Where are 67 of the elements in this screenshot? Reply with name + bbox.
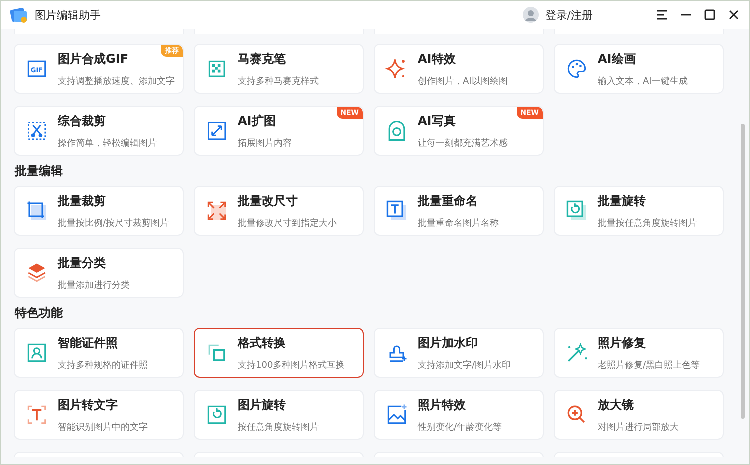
tool-description: 性别变化/年龄变化等 [418, 422, 502, 434]
tool-card[interactable]: AI特效 创作图片，AI以图绘图 [374, 44, 544, 94]
tool-card[interactable]: 照片特效 性别变化/年龄变化等 [374, 390, 544, 440]
tool-description: 批量按比例/按尺寸裁剪图片 [58, 218, 170, 230]
tool-card[interactable]: 格式转换 支持100多种图片格式互换 [194, 328, 364, 378]
tool-title: 批量裁剪 [58, 192, 106, 210]
tool-description: 批量修改尺寸到指定大小 [238, 218, 337, 230]
tool-title: 批量改尺寸 [238, 192, 298, 210]
tool-title: 照片特效 [418, 396, 466, 414]
tool-card[interactable]: AI绘画 输入文本，AI一键生成 [554, 44, 724, 94]
tool-card[interactable]: 放大镜 对图片进行局部放大 [554, 390, 724, 440]
tool-description: 创作图片，AI以图绘图 [418, 76, 508, 88]
close-icon[interactable] [727, 8, 741, 22]
tool-title: 马赛克笔 [238, 50, 286, 68]
tool-card[interactable]: 批量改尺寸 批量修改尺寸到指定大小 [194, 186, 364, 236]
tool-card[interactable]: 马赛克笔 支持多种马赛克样式 [194, 44, 364, 94]
window-title: 图片编辑助手 [35, 8, 101, 22]
menu-icon[interactable] [655, 8, 669, 22]
maximize-icon[interactable] [703, 8, 717, 22]
tool-description: 支持多种规格的证件照 [58, 360, 148, 372]
tool-card[interactable]: 综合裁剪 操作简单，轻松编辑图片 [14, 106, 184, 156]
tool-card[interactable]: 照片修复 老照片修复/黑白照上色等 [554, 328, 724, 378]
tool-description: 老照片修复/黑白照上色等 [598, 360, 700, 372]
tool-description: 拓展图片内容 [238, 138, 292, 150]
tool-title: 批量分类 [58, 254, 106, 272]
tool-title: 智能证件照 [58, 334, 118, 352]
tool-title: 图片转文字 [58, 396, 118, 414]
scrollbar-thumb[interactable] [741, 124, 745, 419]
tool-description: 批量按任意角度旋转图片 [598, 218, 697, 230]
tool-title: 批量旋转 [598, 192, 646, 210]
tool-card[interactable]: 批量旋转 批量按任意角度旋转图片 [554, 186, 724, 236]
tool-description: 批量重命名图片名称 [418, 218, 499, 230]
tool-description: 支持添加文字/图片水印 [418, 360, 512, 372]
tool-title: AI绘画 [598, 50, 636, 68]
section-heading: 批量编辑 [15, 163, 64, 179]
tool-title: 格式转换 [238, 334, 286, 352]
tool-title: AI扩图 [238, 112, 276, 130]
tool-description: 智能识别图片中的文字 [58, 422, 148, 434]
tool-description: 按任意角度旋转图片 [238, 422, 319, 434]
tool-title: 图片加水印 [418, 334, 478, 352]
tool-description: 支持100多种图片格式互换 [238, 360, 346, 372]
section-heading: 特色功能 [15, 305, 64, 321]
tool-title: 批量重命名 [418, 192, 478, 210]
tool-card[interactable]: 图片加水印 支持添加文字/图片水印 [374, 328, 544, 378]
tool-description: 操作简单，轻松编辑图片 [58, 138, 157, 150]
photos-logo-icon [9, 5, 29, 25]
tool-description: 对图片进行局部放大 [598, 422, 679, 434]
tool-title: 图片合成GIF [58, 50, 129, 68]
tool-description: 让每一刻都充满艺术感 [418, 138, 508, 150]
tool-description: 输入文本，AI一键生成 [598, 76, 688, 88]
login-link[interactable]: 登录/注册 [545, 8, 593, 22]
tool-title: AI特效 [418, 50, 456, 68]
tool-title: 放大镜 [598, 396, 634, 414]
tool-card[interactable]: 图片旋转 按任意角度旋转图片 [194, 390, 364, 440]
tool-description: 支持调整播放速度、添加文字 [58, 76, 175, 88]
avatar-icon[interactable] [523, 7, 540, 23]
tool-description: 支持多种马赛克样式 [238, 76, 319, 88]
tool-card[interactable]: 批量分类 批量添加进行分类 [14, 248, 184, 298]
tool-title: 图片旋转 [238, 396, 286, 414]
tool-card[interactable]: 批量裁剪 批量按比例/按尺寸裁剪图片 [14, 186, 184, 236]
tool-card[interactable]: 图片转文字 智能识别图片中的文字 [14, 390, 184, 440]
tool-title: 照片修复 [598, 334, 646, 352]
tool-card[interactable]: 批量重命名 批量重命名图片名称 [374, 186, 544, 236]
tool-description: 批量添加进行分类 [58, 280, 130, 292]
tool-title: AI写真 [418, 112, 456, 130]
tool-title: 综合裁剪 [58, 112, 106, 130]
tool-card[interactable]: 智能证件照 支持多种规格的证件照 [14, 328, 184, 378]
